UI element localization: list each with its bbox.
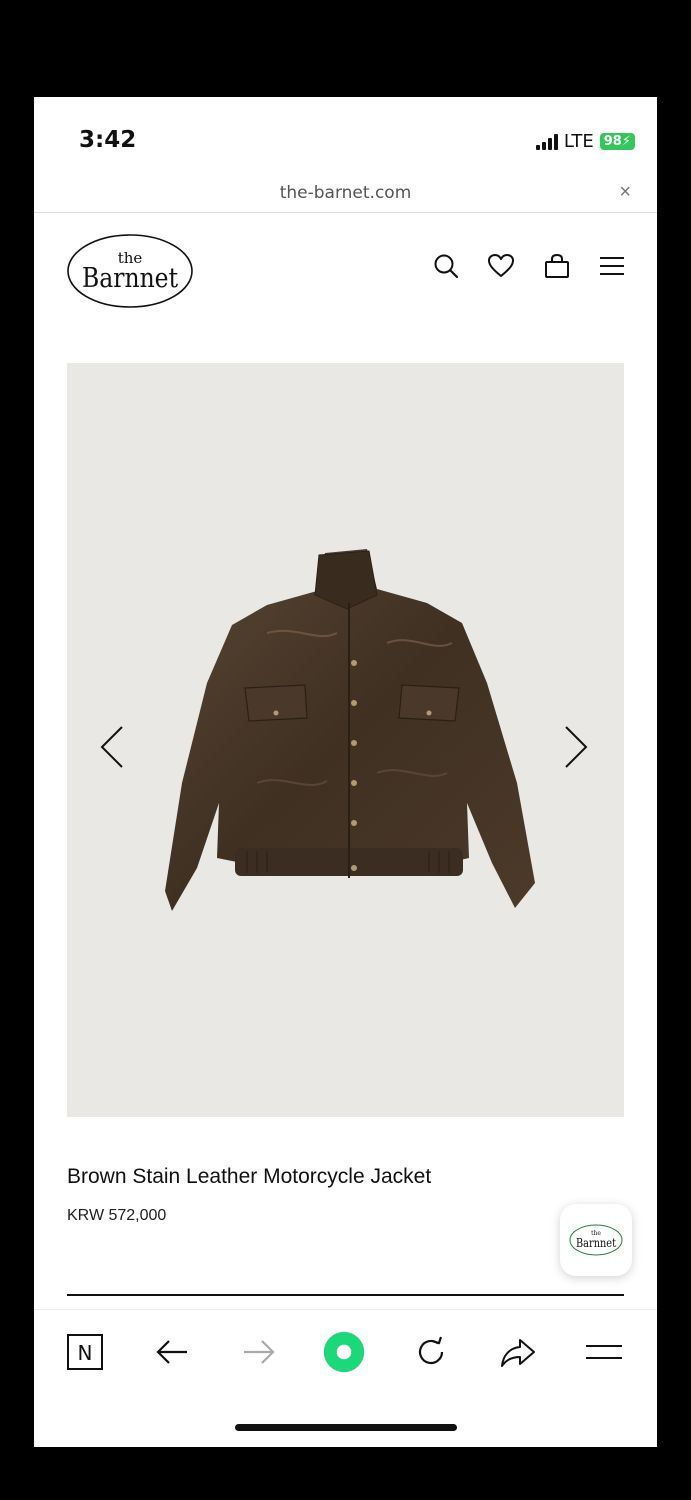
share-icon[interactable] [496,1330,540,1374]
product-price: KRW 572,000 [67,1207,167,1224]
home-indicator[interactable] [235,1424,457,1431]
logo-main-text: Barnnet [82,263,178,294]
browser-toolbar: N [34,1309,657,1390]
phone-screen: 3:42 LTE 98⚡ the-barnet.com × the Barnne… [34,97,657,1447]
search-icon[interactable] [433,253,459,279]
close-icon[interactable]: × [619,181,631,204]
product-title: Brown Stain Leather Motorcycle Jacket [67,1165,432,1188]
fab-logo-main: Barnnet [576,1236,616,1250]
heart-icon[interactable] [487,253,515,279]
signal-icon [535,133,558,150]
status-time: 3:42 [79,127,137,153]
menu-icon[interactable] [599,255,625,277]
menu-icon[interactable] [582,1330,626,1374]
product-image[interactable] [67,363,624,1117]
site-logo[interactable]: the Barnnet [66,233,194,309]
divider [34,212,657,213]
network-label: LTE [563,131,594,152]
next-arrow-icon[interactable] [562,725,590,774]
back-arrow-icon[interactable] [150,1330,194,1374]
url-bar[interactable]: the-barnet.com [34,183,657,203]
jacket-image [165,549,535,911]
forward-arrow-icon[interactable] [237,1330,281,1374]
battery-icon: 98⚡ [599,133,635,150]
floating-logo-button[interactable]: the Barnnet [560,1204,632,1276]
header-icons [433,253,625,279]
naver-n-button[interactable]: N [63,1330,107,1374]
battery-level: 98 [603,134,622,149]
home-green-button[interactable] [322,1330,366,1374]
status-indicators: LTE 98⚡ [535,131,635,152]
bag-icon[interactable] [543,253,571,279]
prev-arrow-icon[interactable] [98,725,126,774]
fab-logo: the Barnnet [569,1224,623,1256]
n-label: N [78,1341,93,1365]
refresh-icon[interactable] [409,1330,453,1374]
divider [67,1294,624,1296]
